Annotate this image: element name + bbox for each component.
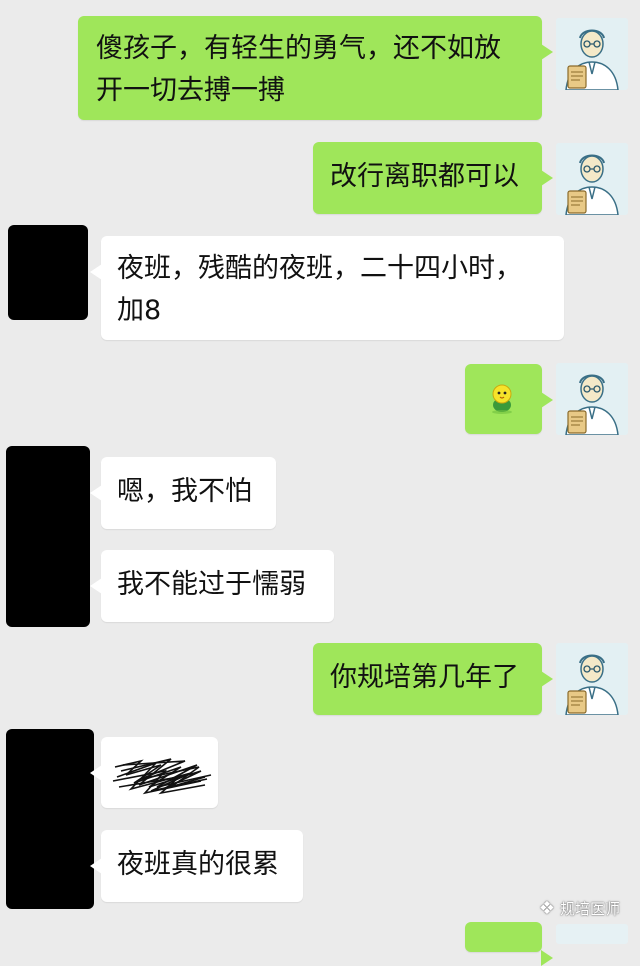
watermark-text: 规培医师 [559, 900, 620, 918]
doctor-avatar[interactable] [556, 143, 628, 215]
message-text: 你规培第几年了 [330, 662, 519, 693]
doctor-avatar-partial[interactable] [556, 924, 628, 944]
sent-message-bubble-partial[interactable] [465, 922, 553, 966]
sent-message-bubble[interactable]: 傻孩子，有轻生的勇气，还不如放开一切去搏一搏 [78, 16, 553, 120]
redacted-avatar[interactable] [6, 446, 90, 627]
redacted-avatar[interactable] [6, 729, 94, 909]
doctor-avatar[interactable] [556, 18, 628, 90]
message-text: 傻孩子，有轻生的勇气，还不如放开一切去搏一搏 [96, 33, 501, 106]
scribbled-out-content [112, 758, 212, 795]
sent-emoji-bubble[interactable] [465, 364, 553, 434]
doctor-avatar-icon [556, 18, 628, 90]
chick-emoji-icon [492, 384, 512, 414]
doctor-avatar-icon [556, 363, 628, 435]
sent-message-bubble[interactable]: 改行离职都可以 [313, 142, 553, 214]
doctor-avatar-icon [556, 143, 628, 215]
message-text: 改行离职都可以 [330, 161, 519, 192]
doctor-avatar[interactable] [556, 643, 628, 715]
message-text: 夜班真的很累 [117, 849, 279, 880]
received-message-bubble[interactable]: 夜班，残酷的夜班，二十四小时，加8 [90, 236, 564, 340]
received-message-bubble[interactable]: 夜班真的很累 [90, 830, 303, 902]
doctor-avatar-icon [556, 643, 628, 715]
source-watermark: ❖ 规培医师 [539, 898, 620, 919]
message-text: 夜班，残酷的夜班，二十四小时，加8 [117, 253, 522, 326]
doctor-avatar[interactable] [556, 363, 628, 435]
received-message-bubble[interactable]: 嗯，我不怕 [90, 457, 276, 529]
received-scribble-bubble[interactable] [90, 737, 218, 808]
sent-message-bubble[interactable]: 你规培第几年了 [313, 643, 553, 715]
received-message-bubble[interactable]: 我不能过于懦弱 [90, 550, 334, 622]
message-text: 嗯，我不怕 [117, 476, 252, 507]
wechat-icon: ❖ [538, 898, 555, 919]
message-text: 我不能过于懦弱 [117, 569, 306, 600]
redacted-avatar[interactable] [8, 225, 88, 320]
